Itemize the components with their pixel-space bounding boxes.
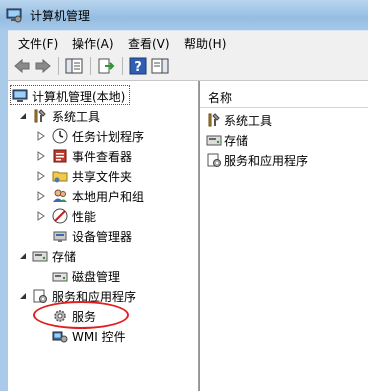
list-item-label: 服务和应用程序: [224, 154, 309, 168]
tree-item-shared-folders[interactable]: 共享文件夹: [8, 166, 198, 186]
window-frame: [0, 30, 8, 391]
menu-action[interactable]: 操作(A): [72, 35, 114, 52]
tree-item-performance[interactable]: 性能: [8, 206, 198, 226]
tree-item-label: 共享文件夹: [72, 170, 133, 184]
tree-item-label: 磁盘管理: [72, 270, 121, 284]
menu-file[interactable]: 文件(F): [18, 35, 58, 52]
toolbar-separator: [58, 57, 59, 75]
collapse-triangle-icon[interactable]: [18, 251, 28, 261]
tree-item-storage[interactable]: 存储: [8, 246, 198, 266]
window-title: 计算机管理: [30, 9, 91, 23]
device-manager-icon: [53, 231, 67, 242]
menu-bar: 文件(F) 操作(A) 查看(V) 帮助(H): [8, 30, 368, 53]
tree-item-event-viewer[interactable]: 事件查看器: [8, 146, 198, 166]
tools-icon: [208, 113, 220, 127]
tree-item-label: WMI 控件: [72, 330, 126, 344]
details-pane: 名称 系统工具 存储 服务和应用程序: [200, 81, 368, 391]
tree-item-label: 事件查看器: [72, 150, 133, 164]
computer-management-icon: [12, 89, 28, 102]
wmi-control-icon: [52, 331, 68, 343]
tree-item-label: 设备管理器: [72, 230, 133, 244]
expand-triangle-icon[interactable]: [36, 211, 46, 221]
tree-item-label: 存储: [52, 250, 77, 264]
expand-triangle-icon[interactable]: [36, 131, 46, 141]
list-item-storage[interactable]: 存储: [200, 130, 368, 150]
event-viewer-icon: [53, 149, 67, 163]
list-item-label: 存储: [224, 134, 249, 148]
shared-folder-icon: [52, 171, 68, 183]
expand-triangle-icon[interactable]: [36, 171, 46, 181]
storage-icon: [32, 251, 48, 262]
tree-item-local-users[interactable]: 本地用户和组: [8, 186, 198, 206]
computer-management-window: 计算机管理 文件(F) 操作(A) 查看(V) 帮助(H) ? 计算机管理(本地…: [0, 0, 368, 391]
console-tree: 计算机管理(本地) 系统工具 任务计划程序 事件查看器 共享文件夹 本地用户和组…: [8, 81, 199, 391]
tree-item-label: 计算机管理(本地): [32, 90, 126, 104]
forward-arrow-icon[interactable]: [33, 56, 53, 76]
tree-item-label: 性能: [72, 210, 97, 224]
list-item-services-apps[interactable]: 服务和应用程序: [200, 150, 368, 170]
services-apps-icon: [207, 153, 221, 167]
list-item-label: 系统工具: [224, 114, 273, 128]
show-hide-action-pane-icon[interactable]: [150, 56, 170, 76]
tree-item-system-tools[interactable]: 系统工具: [8, 106, 198, 126]
tree-item-device-manager[interactable]: 设备管理器: [8, 226, 198, 246]
column-header-label: 名称: [208, 91, 233, 105]
expand-triangle-icon[interactable]: [36, 191, 46, 201]
toolbar-separator: [90, 57, 91, 75]
list-item-system-tools[interactable]: 系统工具: [200, 110, 368, 130]
toolbar-separator: [122, 57, 123, 75]
toolbar: ?: [8, 53, 368, 81]
annotation-highlight-circle: [33, 301, 129, 329]
export-list-icon[interactable]: [96, 56, 116, 76]
expand-triangle-icon[interactable]: [36, 151, 46, 161]
performance-icon: [52, 208, 68, 224]
tree-item-label: 系统工具: [52, 110, 101, 124]
disk-icon: [52, 272, 68, 282]
tree-item-root[interactable]: 计算机管理(本地): [8, 86, 198, 106]
computer-management-icon: [6, 8, 22, 23]
menu-help[interactable]: 帮助(H): [184, 35, 226, 52]
clock-icon: [52, 128, 68, 144]
help-icon[interactable]: ?: [128, 56, 148, 76]
svg-text:?: ?: [134, 60, 142, 75]
collapse-triangle-icon[interactable]: [18, 291, 28, 301]
column-header-name[interactable]: 名称: [200, 85, 368, 108]
tree-item-disk-management[interactable]: 磁盘管理: [8, 266, 198, 286]
collapse-triangle-icon[interactable]: [18, 111, 28, 121]
tools-icon: [34, 109, 46, 123]
services-apps-icon: [33, 289, 47, 303]
tree-item-label: 本地用户和组: [72, 190, 145, 204]
show-hide-console-tree-icon[interactable]: [64, 56, 84, 76]
tree-item-wmi-control[interactable]: WMI 控件: [8, 326, 198, 346]
menu-view[interactable]: 查看(V): [128, 35, 170, 52]
tree-item-label: 任务计划程序: [72, 130, 145, 144]
back-arrow-icon[interactable]: [12, 56, 32, 76]
tree-item-task-scheduler[interactable]: 任务计划程序: [8, 126, 198, 146]
storage-icon: [206, 135, 222, 146]
title-bar[interactable]: 计算机管理: [0, 0, 368, 30]
users-icon: [53, 189, 67, 202]
